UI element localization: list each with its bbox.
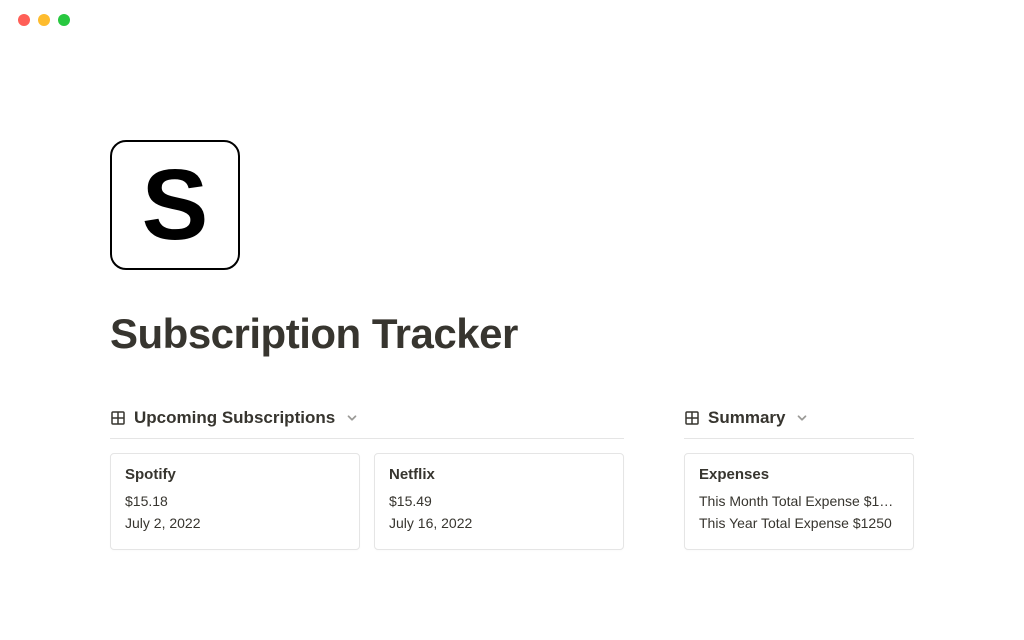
window-controls [0,0,1024,40]
page-title[interactable]: Subscription Tracker [110,310,914,358]
upcoming-cards-row: Spotify $15.18 July 2, 2022 Netflix $15.… [110,453,624,550]
table-icon [684,410,700,426]
upcoming-column: Upcoming Subscriptions Spotify $15.18 Ju… [110,408,624,550]
summary-section-header[interactable]: Summary [684,408,914,439]
page-icon-letter: S [142,155,209,255]
card-date: July 16, 2022 [389,515,609,531]
close-window-button[interactable] [18,14,30,26]
table-icon [110,410,126,426]
card-title: Expenses [699,466,899,483]
card-date: July 2, 2022 [125,515,345,531]
minimize-window-button[interactable] [38,14,50,26]
card-title: Spotify [125,466,345,483]
expenses-card[interactable]: Expenses This Month Total Expense $122..… [684,453,914,550]
chevron-down-icon[interactable] [795,411,809,425]
card-title: Netflix [389,466,609,483]
subscription-card[interactable]: Netflix $15.49 July 16, 2022 [374,453,624,550]
summary-section-title: Summary [708,408,785,428]
expense-month-line: This Month Total Expense $122.... [699,493,899,509]
subscription-card[interactable]: Spotify $15.18 July 2, 2022 [110,453,360,550]
card-price: $15.18 [125,493,345,509]
summary-column: Summary Expenses This Month Total Expens… [684,408,914,550]
maximize-window-button[interactable] [58,14,70,26]
page-icon[interactable]: S [110,140,240,270]
content-columns: Upcoming Subscriptions Spotify $15.18 Ju… [110,408,914,550]
upcoming-section-header[interactable]: Upcoming Subscriptions [110,408,624,439]
expense-year-line: This Year Total Expense $1250 [699,515,899,531]
upcoming-section-title: Upcoming Subscriptions [134,408,335,428]
page-content: S Subscription Tracker Upcoming Subscrip… [0,40,1024,550]
chevron-down-icon[interactable] [345,411,359,425]
card-price: $15.49 [389,493,609,509]
